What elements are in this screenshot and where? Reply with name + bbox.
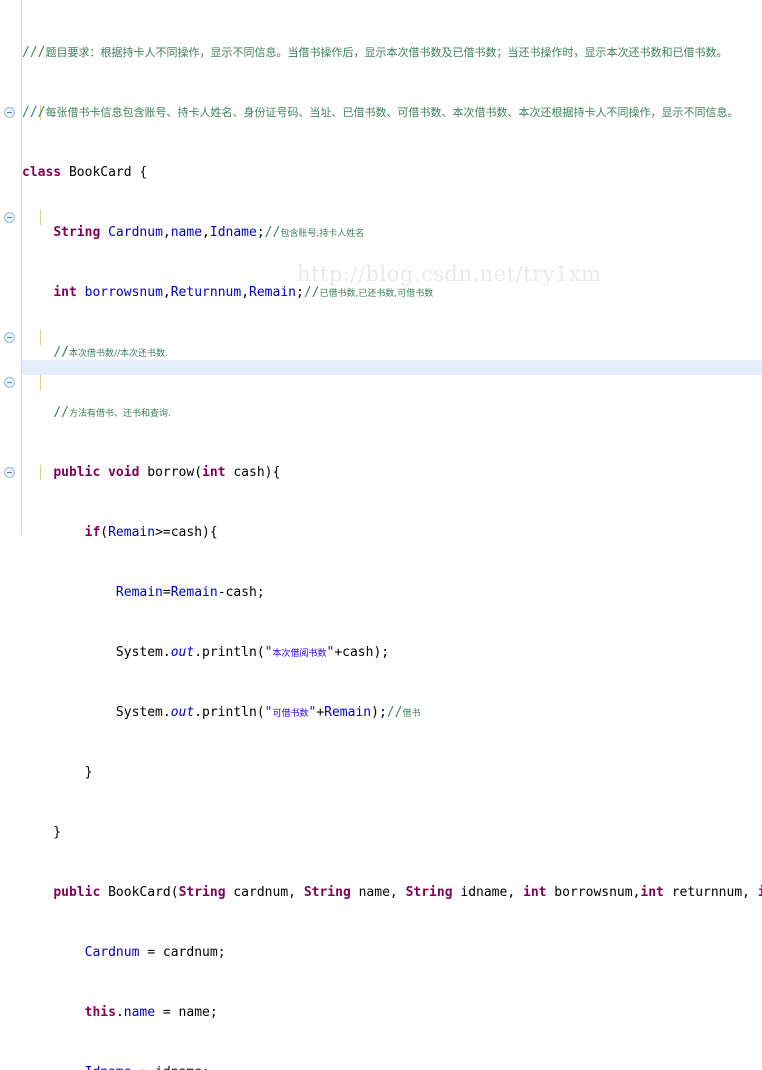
code-line-10: Remain=Remain-cash; xyxy=(115,585,265,600)
code-line-7: //方法有借书、还书和查询. xyxy=(53,405,171,420)
fold-marker-query[interactable] xyxy=(4,467,15,478)
code-line-1: ///题目要求：根据持卡人不同操作，显示不同信息。当借书操作后，显示本次借书数及… xyxy=(22,45,728,60)
code-line-17: this.name = name; xyxy=(84,1005,218,1020)
fold-marker-constructor[interactable] xyxy=(4,212,15,223)
fold-marker-borrow[interactable] xyxy=(4,107,15,118)
code-line-2: ///每张借书卡信息包含账号、持卡人姓名、身份证号码、当址、已借书数、可借书数、… xyxy=(22,105,739,120)
fold-marker-thereturn[interactable] xyxy=(4,377,15,388)
code-line-6: //本次借书数//本次还书数. xyxy=(53,345,168,360)
code-line-8: public void borrow(int cash){ xyxy=(53,465,281,480)
folding-gutter[interactable] xyxy=(0,0,22,535)
code-line-9: if(Remain>=cash){ xyxy=(84,525,218,540)
code-line-5: int borrowsnum,Returnnum,Remain;//已借书数,已… xyxy=(53,285,434,300)
code-editor[interactable]: http://blog.csdn.net/try1xm ///题目要求：根据持卡… xyxy=(0,0,762,1070)
code-line-13: } xyxy=(22,765,93,780)
code-line-12: System.out.println("可借书数"+Remain);//借书 xyxy=(22,705,421,720)
code-line-14: } xyxy=(22,825,62,840)
code-line-4: String Cardnum,name,Idname;//包含账号,持卡人姓名 xyxy=(53,225,365,240)
code-line-15: public BookCard(String cardnum, String n… xyxy=(53,885,762,900)
code-line-3: class BookCard { xyxy=(22,165,148,180)
code-line-16: Cardnum = cardnum; xyxy=(84,945,226,960)
fold-marker-default-constructor[interactable] xyxy=(4,332,15,343)
code-content[interactable]: ///题目要求：根据持卡人不同操作，显示不同信息。当借书操作后，显示本次借书数及… xyxy=(22,0,762,1070)
code-line-18: Idname = idname; xyxy=(22,1065,762,1070)
code-line-11: System.out.println("本次借阅书数"+cash); xyxy=(22,645,390,660)
